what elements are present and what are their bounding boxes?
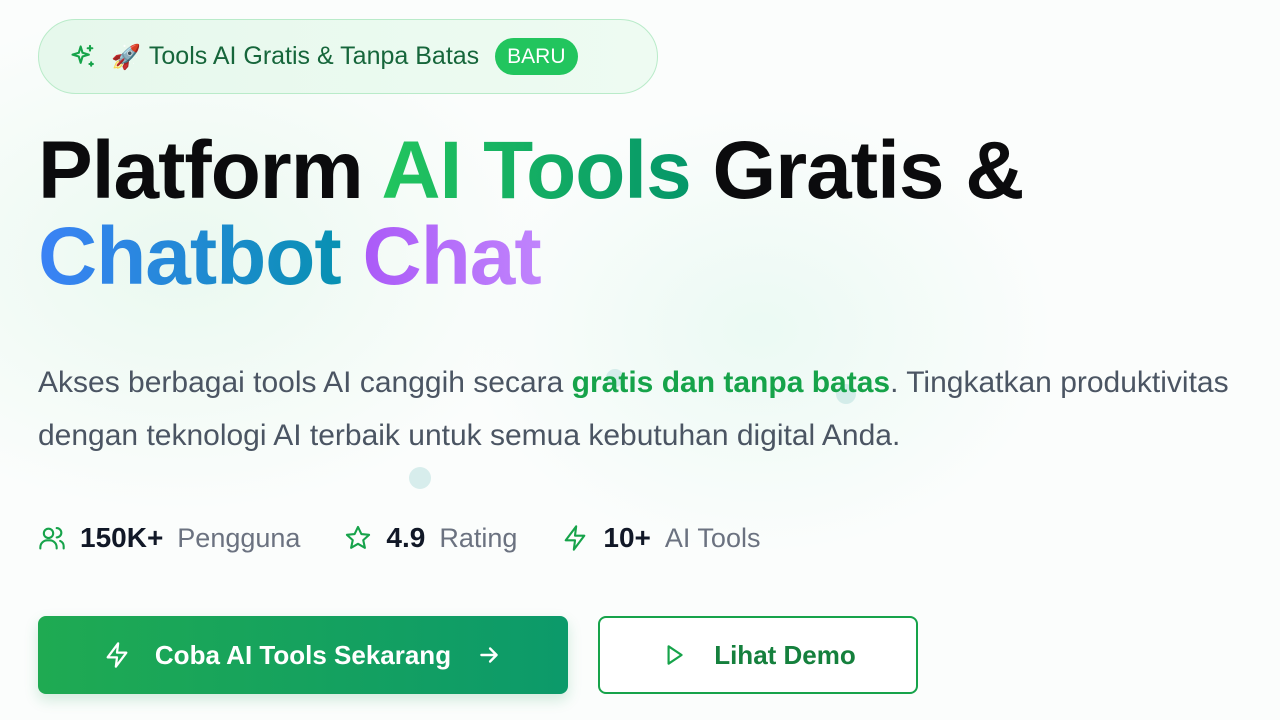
announcement-badge: 🚀 Tools AI Gratis & Tanpa Batas BARU xyxy=(38,19,658,94)
try-ai-tools-button[interactable]: Coba AI Tools Sekarang xyxy=(38,616,568,694)
decorative-dot xyxy=(409,467,431,489)
title-part: Gratis & xyxy=(690,125,1024,216)
zap-icon xyxy=(561,524,589,552)
title-part: Platform xyxy=(38,125,382,216)
stat-value: 10+ xyxy=(603,522,651,553)
button-label: Lihat Demo xyxy=(714,639,856,670)
arrow-right-icon xyxy=(475,641,503,669)
star-icon xyxy=(344,524,372,552)
stat-rating: 4.9 Rating xyxy=(344,522,517,554)
stat-value: 4.9 xyxy=(386,522,426,553)
desc-text: Akses berbagai tools AI canggih secara xyxy=(38,366,572,399)
badge-text: Tools AI Gratis & Tanpa Batas xyxy=(148,42,480,70)
title-highlight-chatbot: Chatbot xyxy=(38,211,342,302)
stat-label: AI Tools xyxy=(664,522,761,553)
stat-label: Rating xyxy=(439,522,518,553)
users-icon xyxy=(38,524,66,552)
desc-highlight: gratis dan tanpa batas xyxy=(571,366,891,399)
stat-users: 150K+ Pengguna xyxy=(38,522,300,554)
hero-description: Akses berbagai tools AI canggih secara g… xyxy=(38,356,1238,462)
play-icon xyxy=(660,641,688,669)
stat-label: Pengguna xyxy=(177,522,301,553)
hero-title: Platform AI Tools Gratis & Chatbot Chat xyxy=(38,125,1024,302)
new-badge: BARU xyxy=(495,38,578,75)
stat-tools: 10+ AI Tools xyxy=(561,522,760,554)
sparkles-icon xyxy=(69,43,97,71)
stat-value: 150K+ xyxy=(80,522,164,553)
button-label: Coba AI Tools Sekarang xyxy=(154,639,452,670)
view-demo-button[interactable]: Lihat Demo xyxy=(598,616,918,694)
title-highlight-chat: Chat xyxy=(340,211,541,302)
stats-row: 150K+ Pengguna 4.9 Rating 10+ AI Tools xyxy=(38,516,804,560)
title-highlight-ai-tools: AI Tools xyxy=(381,125,691,216)
rocket-icon: 🚀 xyxy=(111,42,141,71)
zap-icon xyxy=(103,641,131,669)
